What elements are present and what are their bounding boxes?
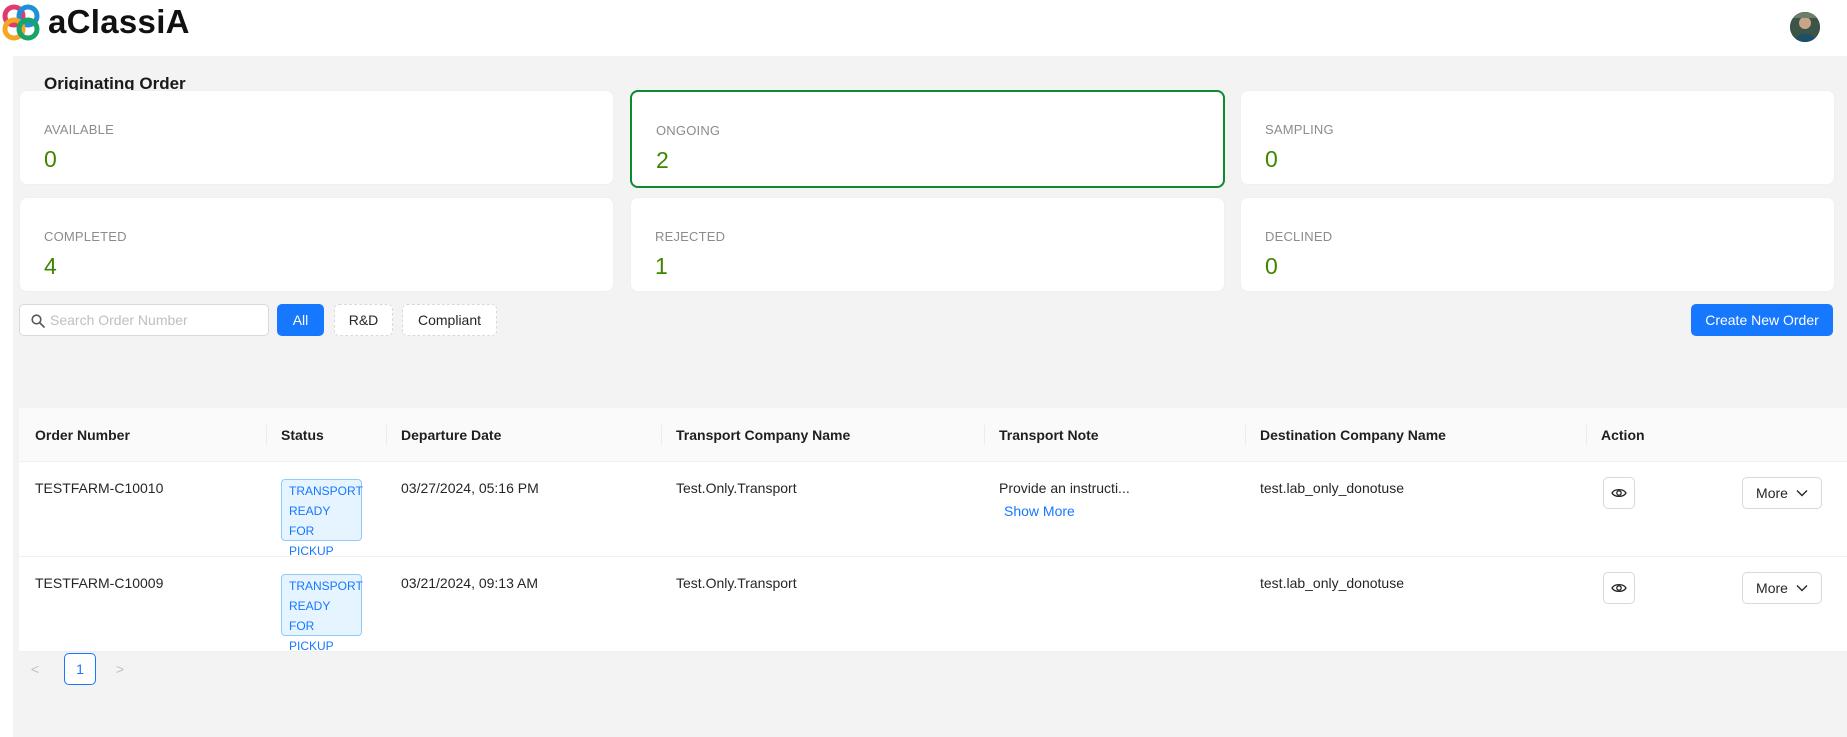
view-order-button[interactable] (1603, 477, 1635, 509)
top-bar: aClassiA (0, 0, 1847, 56)
transport-company-cell: Test.Only.Transport (676, 480, 797, 496)
transport-company-cell: Test.Only.Transport (676, 575, 797, 591)
user-avatar[interactable] (1790, 12, 1820, 42)
search-box[interactable] (19, 304, 269, 336)
filter-all-button[interactable]: All (277, 304, 324, 336)
chevron-down-icon (1796, 585, 1808, 592)
status-badge: TRANSPORT READY FOR PICKUP (281, 479, 363, 558)
brand-logo[interactable]: aClassiA (0, 0, 190, 44)
stat-card-completed[interactable]: COMPLETED 4 (19, 197, 614, 292)
destination-company-cell: test.lab_only_donotuse (1260, 480, 1404, 496)
prev-page-button[interactable]: < (19, 653, 51, 685)
logo-icon (2, 4, 40, 41)
orders-table: Order Number Status Departure Date Trans… (19, 408, 1847, 653)
stat-label: ONGOING (656, 123, 721, 138)
show-more-link[interactable]: Show More (1004, 503, 1075, 519)
order-number-cell: TESTFARM-C10010 (35, 480, 164, 496)
status-badge: TRANSPORT READY FOR PICKUP (281, 574, 363, 653)
search-icon (31, 314, 45, 328)
eye-icon (1611, 583, 1627, 593)
stat-label: DECLINED (1265, 229, 1333, 244)
stat-value: 0 (44, 146, 57, 172)
departure-date-cell: 03/27/2024, 05:16 PM (401, 480, 539, 496)
column-divider (1245, 425, 1246, 445)
column-header-status: Status (281, 427, 324, 443)
column-header-transport-note: Transport Note (999, 427, 1099, 443)
order-number-cell: TESTFARM-C10009 (35, 575, 164, 591)
search-input[interactable] (50, 309, 260, 331)
departure-date-cell: 03/21/2024, 09:13 AM (401, 575, 538, 591)
column-divider (266, 425, 267, 445)
column-divider (984, 425, 985, 445)
column-divider (1586, 425, 1587, 445)
column-header-transport-company: Transport Company Name (676, 427, 851, 443)
eye-icon (1611, 488, 1627, 498)
transport-note-cell: Provide an instructi... (999, 480, 1130, 496)
avatar-icon (1790, 12, 1820, 42)
stat-label: COMPLETED (44, 229, 127, 244)
next-page-button[interactable]: > (104, 653, 136, 685)
stat-card-rejected[interactable]: REJECTED 1 (630, 197, 1225, 292)
stat-card-available[interactable]: AVAILABLE 0 (19, 90, 614, 185)
column-divider (386, 425, 387, 445)
more-actions-button[interactable]: More (1742, 572, 1822, 604)
stat-value: 0 (1265, 253, 1278, 279)
table-row: TESTFARM-C10010 TRANSPORT READY FOR PICK… (19, 462, 1847, 558)
view-order-button[interactable] (1603, 572, 1635, 604)
stat-label: REJECTED (655, 229, 726, 244)
stat-label: SAMPLING (1265, 122, 1334, 137)
table-header: Order Number Status Departure Date Trans… (19, 408, 1847, 462)
table-row: TESTFARM-C10009 TRANSPORT READY FOR PICK… (19, 557, 1847, 653)
column-divider (661, 425, 662, 445)
filter-compliant-button[interactable]: Compliant (402, 304, 497, 336)
column-header-departure-date: Departure Date (401, 427, 502, 443)
filter-rnd-button[interactable]: R&D (334, 304, 393, 336)
stat-value: 0 (1265, 146, 1278, 172)
stat-card-declined[interactable]: DECLINED 0 (1240, 197, 1835, 292)
more-actions-button[interactable]: More (1742, 477, 1822, 509)
column-header-order-number: Order Number (35, 427, 130, 443)
stat-value: 4 (44, 253, 57, 279)
destination-company-cell: test.lab_only_donotuse (1260, 575, 1404, 591)
stat-value: 2 (656, 147, 669, 173)
column-header-destination-company: Destination Company Name (1260, 427, 1446, 443)
stat-label: AVAILABLE (44, 122, 114, 137)
chevron-down-icon (1796, 490, 1808, 497)
stat-card-sampling[interactable]: SAMPLING 0 (1240, 90, 1835, 185)
more-button-label: More (1756, 485, 1788, 501)
column-header-action: Action (1601, 427, 1645, 443)
page-number-button[interactable]: 1 (64, 653, 96, 685)
create-new-order-button[interactable]: Create New Order (1691, 304, 1833, 336)
brand-name: aClassiA (48, 3, 190, 40)
more-button-label: More (1756, 580, 1788, 596)
stat-value: 1 (655, 253, 668, 279)
stat-card-ongoing[interactable]: ONGOING 2 (630, 90, 1225, 188)
